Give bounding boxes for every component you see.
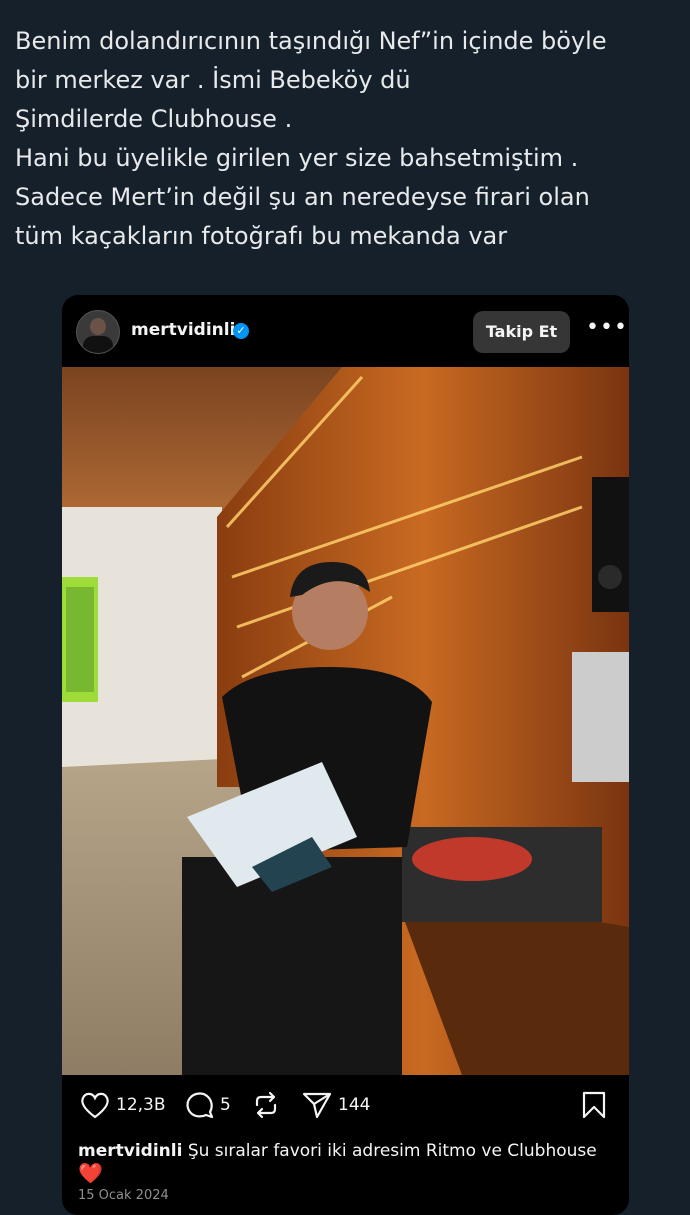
heart-icon[interactable] xyxy=(80,1091,110,1119)
share-count: 144 xyxy=(338,1095,371,1115)
tweet-text: Benim dolandırıcının taşındığı Nef”in iç… xyxy=(15,22,675,256)
photo-scene xyxy=(62,367,629,1075)
bookmark-icon[interactable] xyxy=(581,1091,607,1119)
caption-username[interactable]: mertvidinli xyxy=(78,1141,182,1161)
like-count: 12,3B xyxy=(116,1095,166,1115)
post-date: 15 Ocak 2024 xyxy=(78,1188,169,1203)
tweet-line: Şimdilerde Clubhouse . xyxy=(15,105,293,133)
share-action[interactable]: 144 xyxy=(302,1090,370,1120)
verified-badge-icon: ✓ xyxy=(233,323,249,339)
post-username[interactable]: mertvidinli xyxy=(131,320,235,340)
follow-button[interactable]: Takip Et xyxy=(473,311,570,353)
tweet-line: Benim dolandırıcının taşındığı Nef”in iç… xyxy=(15,27,607,55)
post-header: mertvidinli ✓ Takip Et ••• xyxy=(62,295,629,367)
comment-count: 5 xyxy=(220,1095,231,1115)
post-photo[interactable] xyxy=(62,367,629,1075)
send-icon[interactable] xyxy=(302,1091,332,1119)
repost-action[interactable] xyxy=(252,1090,280,1120)
save-action[interactable] xyxy=(581,1090,607,1120)
action-bar: 12,3B 5 144 xyxy=(62,1090,629,1126)
instagram-embed[interactable]: mertvidinli ✓ Takip Et ••• 12,3B 5 144 m… xyxy=(62,295,629,1215)
comment-icon[interactable] xyxy=(186,1091,214,1119)
caption-text: Şu sıralar favori iki adresim Ritmo ve C… xyxy=(187,1141,597,1161)
like-action[interactable]: 12,3B xyxy=(80,1090,166,1120)
heart-emoji: ❤️ xyxy=(78,1161,103,1185)
more-options-icon[interactable]: ••• xyxy=(586,316,627,344)
avatar[interactable] xyxy=(76,310,120,354)
tweet-line: bir merkez var . İsmi Bebeköy dü xyxy=(15,66,411,94)
repost-icon[interactable] xyxy=(252,1091,280,1119)
comment-action[interactable]: 5 xyxy=(186,1090,231,1120)
tweet-line: Sadece Mert’in değil şu an neredeyse fir… xyxy=(15,183,590,211)
post-caption: mertvidinli Şu sıralar favori iki adresi… xyxy=(78,1139,618,1163)
tweet-line: tüm kaçakların fotoğrafı bu mekanda var xyxy=(15,222,508,250)
tweet-line: Hani bu üyelikle girilen yer size bahset… xyxy=(15,144,579,172)
